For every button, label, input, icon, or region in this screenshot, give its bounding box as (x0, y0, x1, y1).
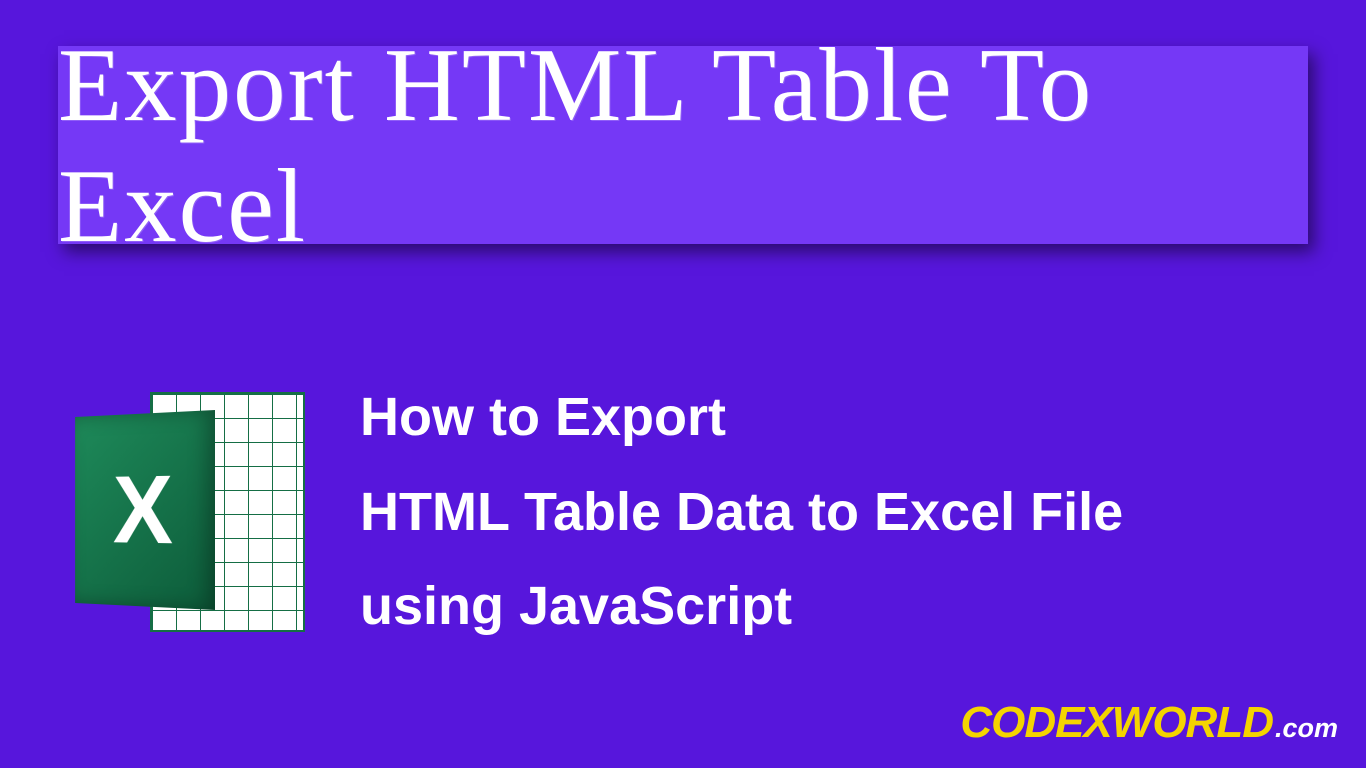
banner-title: Export HTML Table To Excel (58, 24, 1308, 266)
subtitle-line-2: HTML Table Data to Excel File (360, 465, 1123, 560)
brand-name: CODEXWORLD (960, 698, 1273, 748)
content-row: X How to Export HTML Table Data to Excel… (60, 370, 1123, 654)
subtitle-line-1: How to Export (360, 370, 1123, 465)
subtitle-block: How to Export HTML Table Data to Excel F… (360, 370, 1123, 654)
subtitle-line-3: using JavaScript (360, 559, 1123, 654)
title-banner: Export HTML Table To Excel (58, 46, 1308, 244)
excel-letter: X (113, 453, 173, 566)
brand-extension: .com (1275, 713, 1338, 744)
excel-icon: X (60, 382, 310, 642)
excel-book-front: X (75, 410, 215, 610)
brand-logo: CODEXWORLD .com (960, 698, 1338, 748)
